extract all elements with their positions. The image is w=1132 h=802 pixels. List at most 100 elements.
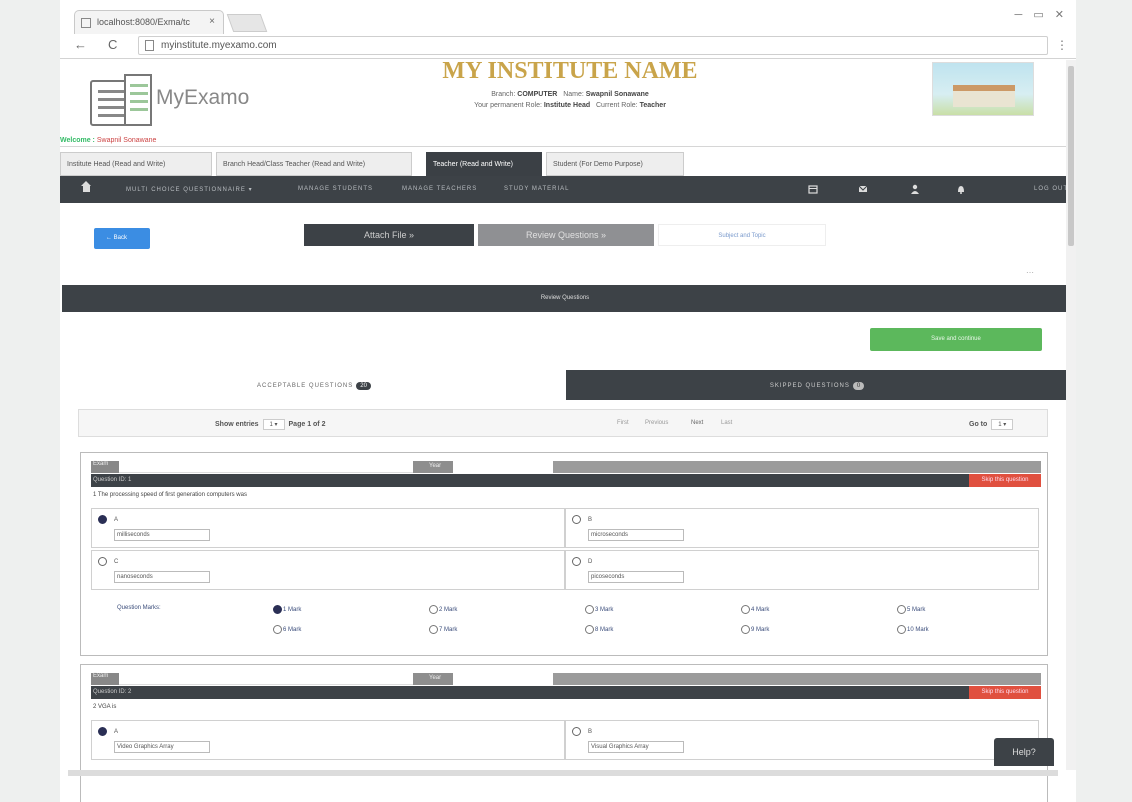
mark-option[interactable]: 4 Mark: [741, 605, 769, 614]
nav-mcq[interactable]: MULTI CHOICE QUESTIONNAIRE ▾: [126, 186, 253, 193]
show-entries: Show entries 1 ▾ Page 1 of 2: [215, 419, 326, 430]
subject-topic-button[interactable]: Subject and Topic: [658, 224, 826, 246]
tab-role-teacher[interactable]: Teacher (Read and Write): [426, 152, 542, 176]
tab-strip: localhost:8080/Exma/tc × ─ ▭ ✕: [60, 8, 1076, 34]
first-page-link[interactable]: First: [617, 420, 629, 426]
option-letter: A: [114, 517, 119, 523]
page-icon: [145, 40, 154, 51]
pagination-bar: Show entries 1 ▾ Page 1 of 2 First Previ…: [78, 409, 1048, 437]
tab-acceptable-questions[interactable]: ACCEPTABLE QUESTIONS 20: [62, 370, 566, 400]
mark-option[interactable]: 9 Mark: [741, 625, 769, 634]
bell-icon[interactable]: [956, 184, 966, 194]
tab-role-student[interactable]: Student (For Demo Purpose): [546, 152, 684, 176]
url-text: myinstitute.myexamo.com: [161, 40, 277, 51]
mark-option[interactable]: 6 Mark: [273, 625, 301, 634]
option-input[interactable]: milliseconds: [114, 529, 210, 541]
review-questions-button[interactable]: Review Questions »: [478, 224, 654, 246]
goto-page: Go to 1 ▾: [969, 419, 1015, 430]
welcome-text: Welcome : Swapnil Sonawane: [60, 137, 157, 144]
nav-study-material[interactable]: STUDY MATERIAL: [504, 186, 569, 192]
institute-name: MY INSTITUTE NAME: [442, 58, 698, 84]
mark-option[interactable]: 7 Mark: [429, 625, 457, 634]
exam-field[interactable]: Exam: [91, 461, 413, 473]
mark-option[interactable]: 3 Mark: [585, 605, 613, 614]
option-radio[interactable]: [572, 515, 581, 524]
vertical-scrollbar[interactable]: [1066, 60, 1076, 770]
question-text: 2 VGA is: [93, 704, 117, 710]
mark-option[interactable]: 10 Mark: [897, 625, 929, 634]
new-tab-button[interactable]: [226, 14, 268, 32]
calendar-icon[interactable]: [808, 184, 818, 194]
entries-select[interactable]: 1 ▾: [262, 419, 285, 430]
option-radio[interactable]: [98, 515, 107, 524]
user-meta: Branch: COMPUTER Name: Swapnil Sonawane …: [474, 91, 666, 109]
option-input[interactable]: microseconds: [588, 529, 684, 541]
page-info: Page 1 of 2: [288, 421, 326, 428]
option-input[interactable]: nanoseconds: [114, 571, 210, 583]
exam-year-row: Exam Year: [91, 461, 1041, 473]
page-icon: [81, 18, 91, 28]
option-radio[interactable]: [98, 557, 107, 566]
home-icon[interactable]: [81, 181, 91, 194]
back-button[interactable]: ← Back: [94, 228, 150, 249]
option-radio[interactable]: [98, 727, 107, 736]
nav-manage-teachers[interactable]: MANAGE TEACHERS: [402, 186, 477, 192]
year-field[interactable]: [453, 673, 553, 685]
exam-year-row: Exam Year: [91, 673, 1041, 685]
question-marks-label: Question Marks:: [117, 605, 161, 611]
exam-row-filler: [553, 673, 1041, 685]
institute-block: MY INSTITUTE NAME Branch: COMPUTER Name:…: [420, 58, 720, 111]
option-a: A milliseconds: [91, 508, 565, 548]
last-page-link[interactable]: Last: [721, 420, 732, 426]
browser-menu-icon[interactable]: ⋮: [1056, 38, 1068, 52]
divider: [60, 146, 1076, 147]
attach-file-button[interactable]: Attach File »: [304, 224, 474, 246]
option-c: C nanoseconds: [91, 550, 565, 590]
reload-icon[interactable]: C: [108, 37, 117, 52]
tab-skipped-questions[interactable]: SKIPPED QUESTIONS 0: [566, 370, 1068, 400]
previous-page-link[interactable]: Previous: [645, 420, 668, 426]
review-questions-header: Review Questions: [62, 285, 1068, 312]
back-arrow-icon[interactable]: ←: [74, 37, 87, 52]
main-navbar: MULTI CHOICE QUESTIONNAIRE ▾ MANAGE STUD…: [60, 176, 1076, 203]
mark-option[interactable]: 2 Mark: [429, 605, 457, 614]
tab-role-institute-head[interactable]: Institute Head (Read and Write): [60, 152, 212, 176]
mark-option[interactable]: 5 Mark: [897, 605, 925, 614]
logout-link[interactable]: LOG OUT: [1034, 186, 1068, 192]
next-page-link[interactable]: Next: [691, 420, 703, 426]
question-id-bar: Question ID: 2 Skip this question: [91, 686, 1041, 699]
skip-question-button[interactable]: Skip this question: [969, 686, 1041, 699]
skip-question-button[interactable]: Skip this question: [969, 474, 1041, 487]
option-letter: D: [588, 559, 593, 565]
tab-role-branch-head[interactable]: Branch Head/Class Teacher (Read and Writ…: [216, 152, 412, 176]
browser-tab[interactable]: localhost:8080/Exma/tc ×: [74, 10, 224, 34]
close-tab-icon[interactable]: ×: [209, 16, 215, 27]
option-letter: C: [114, 559, 119, 565]
message-icon[interactable]: [858, 184, 868, 194]
option-radio[interactable]: [572, 557, 581, 566]
question-id: Question ID: 1: [93, 477, 132, 483]
tab-title: localhost:8080/Exma/tc: [97, 17, 191, 27]
horizontal-scrollbar[interactable]: [68, 770, 1058, 776]
mark-option[interactable]: 8 Mark: [585, 625, 613, 634]
window-controls[interactable]: ─ ▭ ✕: [1014, 8, 1068, 21]
option-input[interactable]: Video Graphics Array: [114, 741, 210, 753]
help-button[interactable]: Help?: [994, 738, 1054, 766]
nav-manage-students[interactable]: MANAGE STUDENTS: [298, 186, 373, 192]
option-a: A Video Graphics Array: [91, 720, 565, 760]
institute-image: [932, 62, 1034, 116]
address-bar-row: ← C myinstitute.myexamo.com ⋮: [60, 33, 1076, 59]
goto-select[interactable]: 1 ▾: [991, 419, 1014, 430]
brand-name: MyExamo: [156, 86, 250, 109]
option-input[interactable]: Visual Graphics Array: [588, 741, 684, 753]
url-field[interactable]: myinstitute.myexamo.com: [138, 36, 1048, 55]
scrollbar-thumb[interactable]: [1068, 66, 1074, 246]
option-b: B Visual Graphics Array: [565, 720, 1039, 760]
option-input[interactable]: picoseconds: [588, 571, 684, 583]
exam-field[interactable]: Exam: [91, 673, 413, 685]
year-field[interactable]: [453, 461, 553, 473]
option-radio[interactable]: [572, 727, 581, 736]
save-continue-button[interactable]: Save and continue: [870, 328, 1042, 351]
mark-option[interactable]: 1 Mark: [273, 605, 301, 614]
user-icon[interactable]: [910, 184, 920, 194]
